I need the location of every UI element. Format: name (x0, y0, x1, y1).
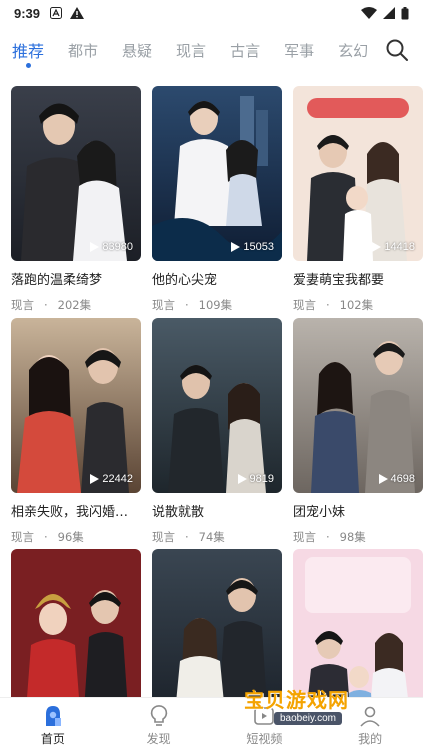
play-icon (90, 242, 100, 252)
battery-icon (401, 6, 409, 19)
drama-meta: 现言 · 102集 (293, 297, 423, 313)
warning-icon (70, 7, 85, 19)
nav-profile-label: 我的 (358, 732, 383, 746)
tab-modern-romance[interactable]: 现言 (176, 26, 206, 74)
bottom-nav: 首页 发现 短视频 我的 (0, 697, 423, 753)
episode-count: 109集 (198, 298, 233, 312)
play-icon (378, 474, 388, 484)
video-icon (254, 707, 275, 725)
notification-a-icon (50, 7, 63, 19)
episode-count: 98集 (339, 530, 366, 544)
play-icon (237, 474, 247, 484)
nav-profile[interactable]: 我的 (317, 698, 423, 753)
genre-label: 现言 (152, 530, 175, 544)
drama-title: 相亲失败，我闪婚了千亿大佬 (11, 505, 141, 520)
episode-count: 202集 (57, 298, 92, 312)
view-count: 15053 (231, 241, 274, 253)
nav-home[interactable]: 首页 (0, 698, 106, 753)
drama-card[interactable]: 14418 爱妻萌宝我都要 现言 · 102集 (293, 86, 423, 313)
drama-meta: 现言 · 109集 (152, 297, 282, 313)
nav-discover-label: 发现 (146, 732, 171, 746)
tab-ancient-romance[interactable]: 古言 (230, 26, 260, 74)
view-count: 22442 (90, 473, 133, 485)
drama-meta: 现言 · 98集 (293, 529, 423, 545)
meta-separator: · (326, 530, 330, 544)
drama-title: 他的心尖宠 (152, 273, 218, 288)
genre-label: 现言 (293, 298, 316, 312)
genre-label: 现言 (11, 298, 34, 312)
play-icon (231, 242, 241, 252)
drama-title: 落跑的温柔绮梦 (11, 273, 103, 288)
drama-card[interactable]: 83980 落跑的温柔绮梦 现言 · 202集 (11, 86, 141, 313)
lightbulb-icon (150, 705, 167, 726)
drama-meta: 现言 · 74集 (152, 529, 282, 545)
episode-count: 96集 (57, 530, 84, 544)
play-icon (90, 474, 100, 484)
episode-count: 74集 (198, 530, 225, 544)
meta-separator: · (185, 298, 189, 312)
poster-image[interactable]: 15053 (152, 86, 282, 261)
tab-suspense[interactable]: 悬疑 (122, 26, 152, 74)
tab-military[interactable]: 军事 (284, 26, 314, 74)
home-icon (45, 706, 61, 726)
category-tabs: 推荐 都市 悬疑 现言 古言 军事 玄幻 (0, 26, 423, 74)
view-count: 4698 (378, 473, 415, 485)
profile-icon (360, 706, 380, 727)
genre-label: 现言 (11, 530, 34, 544)
tab-urban[interactable]: 都市 (68, 26, 98, 74)
episode-count: 102集 (339, 298, 374, 312)
search-icon[interactable] (385, 38, 409, 62)
nav-discover[interactable]: 发现 (106, 698, 212, 753)
drama-meta: 现言 · 96集 (11, 529, 141, 545)
meta-separator: · (326, 298, 330, 312)
meta-separator: · (44, 298, 48, 312)
nav-home-label: 首页 (40, 732, 65, 746)
wifi-icon (361, 7, 377, 19)
meta-separator: · (44, 530, 48, 544)
play-icon (372, 242, 382, 252)
poster-image[interactable]: 9819 (152, 318, 282, 493)
cell-signal-icon (383, 7, 395, 19)
genre-label: 现言 (152, 298, 175, 312)
status-time: 9:39 (14, 5, 41, 21)
drama-title: 爱妻萌宝我都要 (293, 273, 385, 288)
drama-card[interactable]: 22442 相亲失败，我闪婚了千亿大佬 现言 · 96集 (11, 318, 141, 545)
meta-separator: · (185, 530, 189, 544)
poster-image[interactable]: 83980 (11, 86, 141, 261)
poster-image[interactable]: 14418 (293, 86, 423, 261)
genre-label: 现言 (293, 530, 316, 544)
drama-card[interactable]: 9819 说散就散 现言 · 74集 (152, 318, 282, 545)
view-count: 83980 (90, 241, 133, 253)
drama-title: 说散就散 (152, 505, 205, 520)
view-count: 9819 (237, 473, 274, 485)
nav-short-video-label: 短视频 (246, 732, 283, 746)
nav-short-video[interactable]: 短视频 (212, 698, 318, 753)
view-count: 14418 (372, 241, 415, 253)
drama-meta: 现言 · 202集 (11, 297, 141, 313)
poster-image[interactable]: 22442 (11, 318, 141, 493)
poster-image[interactable]: 4698 (293, 318, 423, 493)
tab-fantasy[interactable]: 玄幻 (338, 26, 368, 74)
drama-card[interactable]: 4698 团宠小妹 现言 · 98集 (293, 318, 423, 545)
tab-recommend[interactable]: 推荐 (12, 26, 44, 74)
drama-card[interactable]: 15053 他的心尖宠 现言 · 109集 (152, 86, 282, 313)
drama-title: 团宠小妹 (293, 505, 346, 520)
status-bar: 9:39 (0, 0, 423, 26)
